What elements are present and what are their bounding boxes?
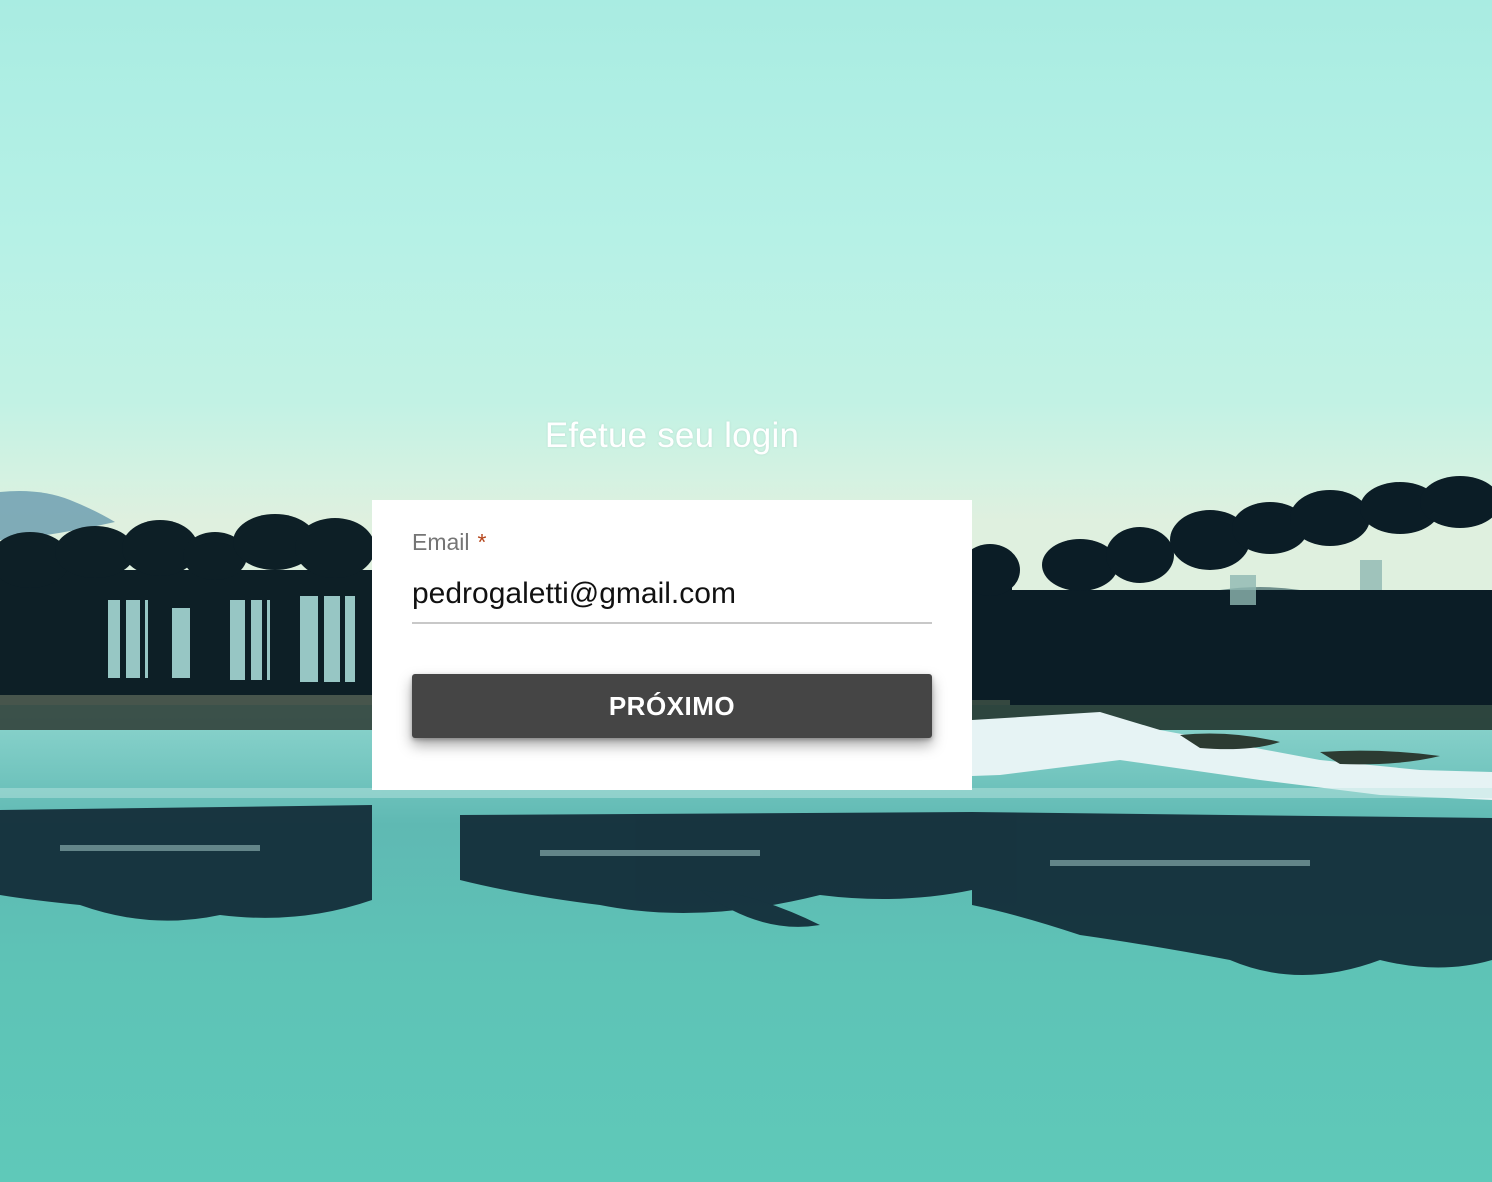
next-button[interactable]: PRÓXIMO: [412, 674, 932, 738]
page-title: Efetue seu login: [544, 416, 800, 455]
login-screen: Efetue seu login Email * PRÓXIMO: [0, 0, 1492, 1182]
email-input[interactable]: [412, 574, 932, 624]
email-label: Email *: [412, 528, 932, 556]
email-label-text: Email: [412, 529, 470, 555]
login-card: Email * PRÓXIMO: [372, 500, 972, 790]
required-marker: *: [477, 529, 487, 555]
